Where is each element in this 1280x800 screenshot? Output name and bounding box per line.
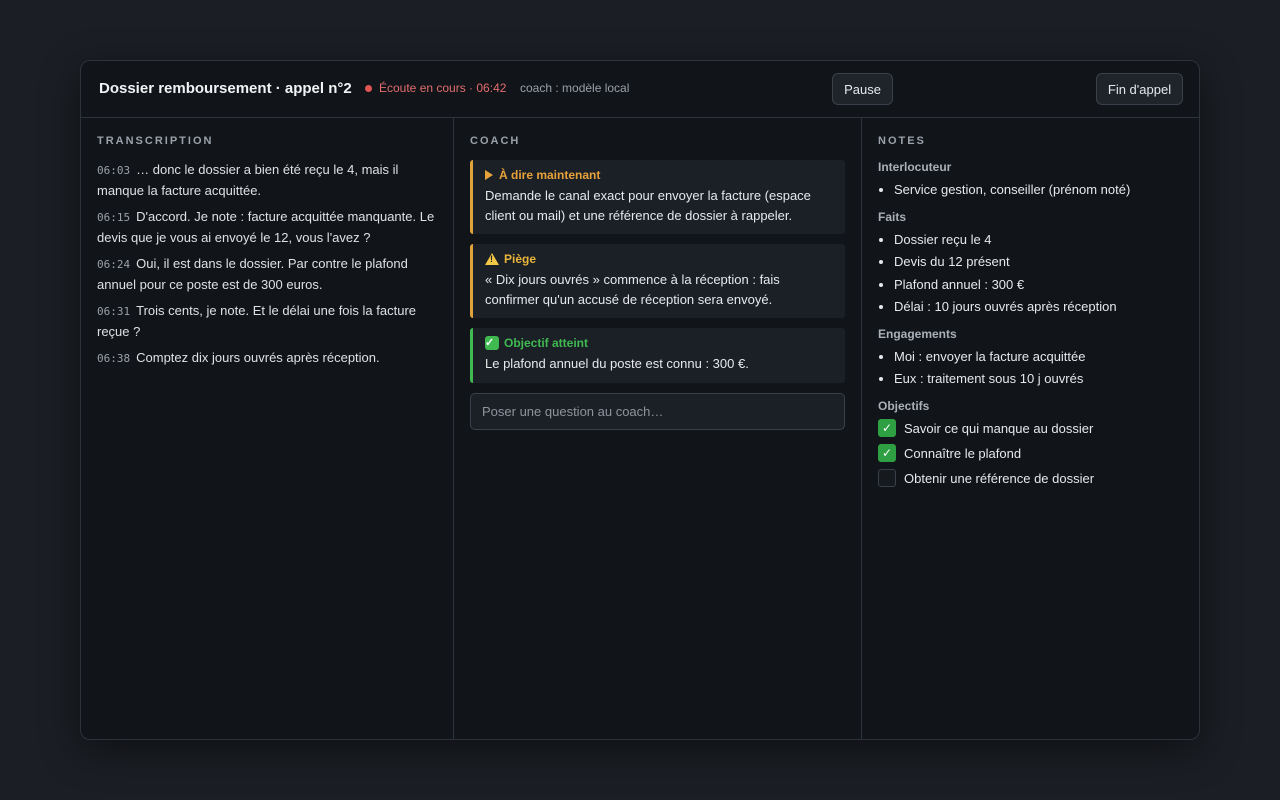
ask-coach-input[interactable]: [470, 392, 845, 430]
recording-status-label: Écoute en cours · 06:42: [379, 81, 507, 95]
card-header: À dire maintenant: [485, 168, 833, 182]
objectives-section: Objectifs ✓ Savoir ce qui manque au doss…: [878, 399, 1185, 488]
coach-card-goal-reached: ✓ Objectif atteint Le plafond annuel du …: [470, 328, 845, 383]
interlocutor-list: Service gestion, conseiller (prénom noté…: [878, 180, 1185, 200]
objective-checkbox[interactable]: [878, 469, 896, 487]
commitments-section: Engagements Moi : envoyer la facture acq…: [878, 327, 1185, 389]
transcript-text: Oui, il est dans le dossier. Par contre …: [97, 256, 408, 292]
transcript-timestamp: 06:38: [97, 352, 131, 365]
list-item: Plafond annuel : 300 €: [894, 275, 1185, 295]
section-heading: Faits: [878, 209, 907, 224]
list-item: Eux : traitement sous 10 j ouvrés: [894, 369, 1185, 389]
app-window: Dossier remboursement · appel n°2 Écoute…: [80, 60, 1200, 740]
top-bar: Dossier remboursement · appel n°2 Écoute…: [81, 61, 1199, 118]
card-body: « Dix jours ouvrés » commence à la récep…: [485, 272, 780, 307]
commitments-list: Moi : envoyer la facture acquittée Eux :…: [878, 347, 1185, 389]
coach-card-say-now: À dire maintenant Demande le canal exact…: [470, 160, 845, 234]
transcript-line: 06:03… donc le dossier a bien été reçu l…: [97, 160, 437, 200]
warning-icon: [485, 253, 499, 265]
objective-checkbox[interactable]: ✓: [878, 444, 896, 462]
objective-label: Connaître le plafond: [904, 445, 1022, 461]
transcript-timestamp: 06:24: [97, 258, 131, 271]
section-heading: Interlocuteur: [878, 160, 952, 174]
transcript-text: Trois cents, je note. Et le délai une fo…: [97, 303, 417, 339]
transcript-timestamp: 06:03: [97, 164, 131, 177]
section-heading: Engagements: [878, 326, 957, 341]
list-item: Moi : envoyer la facture acquittée: [894, 347, 1185, 367]
list-item: Service gestion, conseiller (prénom noté…: [894, 180, 1185, 200]
coach-panel: COACH À dire maintenant Demande le canal…: [454, 118, 862, 739]
objective-checkbox[interactable]: ✓: [878, 419, 896, 437]
list-item: Devis du 12 présent: [894, 252, 1185, 272]
coach-heading: COACH: [470, 135, 521, 147]
notes-heading: NOTES: [878, 135, 926, 147]
objective-label: Savoir ce qui manque au dossier: [904, 420, 1094, 436]
card-header: ✓ Objectif atteint: [485, 336, 833, 350]
card-header: Piège: [485, 252, 833, 266]
recording-status: Écoute en cours · 06:42: [365, 81, 506, 95]
notes-panel: NOTES Interlocuteur Service gestion, con…: [862, 118, 1199, 739]
card-title: À dire maintenant: [499, 168, 601, 182]
end-call-button[interactable]: Fin d'appel: [1096, 73, 1183, 105]
objective-item: ✓ Savoir ce qui manque au dossier: [878, 419, 1185, 438]
facts-list: Dossier reçu le 4 Devis du 12 présent Pl…: [878, 230, 1185, 317]
objective-item: Obtenir une référence de dossier: [878, 469, 1185, 488]
transcript-line: 06:24 Oui, il est dans le dossier. Par co…: [97, 254, 437, 294]
coach-model-label: coach : modèle local: [520, 81, 630, 95]
coach-card-trap: Piège « Dix jours ouvrés » commence à la…: [470, 244, 845, 318]
section-heading: Objectifs: [878, 398, 930, 413]
transcript-text: … donc le dossier a bien été reçu le 4, …: [97, 162, 399, 198]
transcript-line: 06:38 Comptez dix jours ouvrés après réce…: [97, 348, 437, 369]
card-body: Le plafond annuel du poste est connu : 3…: [485, 356, 749, 371]
transcript-text: D'accord. Je note : facture acquittée ma…: [97, 209, 435, 245]
transcription-heading: TRANSCRIPTION: [97, 135, 214, 147]
transcript-timestamp: 06:15: [97, 211, 131, 224]
transcript-text: Comptez dix jours ouvrés après réception…: [136, 350, 380, 365]
play-icon: [485, 170, 493, 180]
check-icon: ✓: [485, 336, 499, 350]
objective-label: Obtenir une référence de dossier: [904, 470, 1095, 486]
page-title: Dossier remboursement · appel n°2: [99, 80, 352, 97]
card-title: Objectif atteint: [504, 336, 589, 350]
pause-button[interactable]: Pause: [832, 73, 893, 105]
card-title: Piège: [504, 252, 537, 266]
interlocutor-section: Interlocuteur Service gestion, conseille…: [878, 160, 1185, 200]
list-item: Dossier reçu le 4: [894, 230, 1185, 250]
list-item: Délai : 10 jours ouvrés après réception: [894, 297, 1185, 317]
card-body: Demande le canal exact pour envoyer la f…: [485, 188, 811, 223]
recording-dot-icon: [365, 84, 372, 92]
facts-section: Faits Dossier reçu le 4 Devis du 12 prés…: [878, 210, 1185, 317]
objective-item: ✓ Connaître le plafond: [878, 444, 1185, 463]
transcription-panel: TRANSCRIPTION 06:03… donc le dossier a b…: [81, 118, 454, 739]
transcript-line: 06:31 Trois cents, je note. Et le délai u…: [97, 301, 437, 341]
transcript-timestamp: 06:31: [97, 305, 131, 318]
transcript-line: 06:15 D'accord. Je note : facture acquitt…: [97, 207, 437, 247]
